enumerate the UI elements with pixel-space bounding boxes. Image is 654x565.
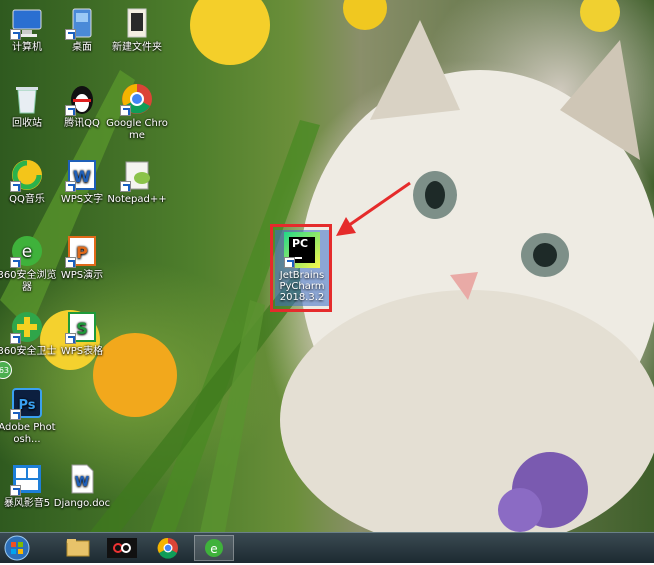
pycharm-icon-text: PC [292,237,309,250]
taskbar: e [0,532,654,563]
desktop-icon-wps-presentation[interactable]: P WPS演示 [51,234,113,282]
taskbar-file-explorer[interactable] [58,535,98,561]
shortcut-arrow-icon [65,181,76,192]
shortcut-arrow-icon [65,105,76,116]
taskbar-chrome[interactable] [148,535,188,561]
start-orb-icon [4,535,30,561]
qq-penguin-icon [65,82,99,116]
media-app-icon [107,538,137,558]
icon-label: 桌面 [72,42,92,53]
icon-label: WPS文字 [60,194,104,205]
shortcut-arrow-icon [10,409,21,420]
desktop-icon-chrome[interactable]: Google Chrome [106,82,168,142]
icon-label: QQ音乐 [9,194,45,205]
baofeng-player-icon [10,462,44,496]
desktop-icon-recycle-bin[interactable]: 回收站 [0,82,58,130]
folder-icon [120,6,154,40]
shortcut-arrow-icon [65,333,76,344]
wps-presentation-icon: P [65,234,99,268]
chrome-icon [157,537,178,559]
desktop-folder-icon [65,6,99,40]
icon-label: WPS表格 [60,346,104,357]
desktop-icon-360-browser[interactable]: e 360安全浏览器 [0,234,58,294]
shortcut-arrow-icon [65,29,76,40]
icon-label: 腾讯QQ [64,118,100,129]
shortcut-arrow-icon [120,105,131,116]
icon-label: WPS演示 [60,270,104,281]
shortcut-arrow-icon [10,485,21,496]
icon-label: 回收站 [12,118,42,129]
svg-text:Ps: Ps [18,398,35,413]
icon-label: JetBrains PyCharm 2018.3.2 [279,270,325,303]
desktop-icon-baofeng[interactable]: 暴风影音5 [0,462,58,510]
desktop-icon-django-doc[interactable]: W Django.doc [51,462,113,510]
icon-label: 360安全浏览器 [0,270,57,293]
desktop-icon-desktop[interactable]: 桌面 [51,6,113,54]
computer-icon [10,6,44,40]
shortcut-arrow-icon [65,257,76,268]
shortcut-arrow-icon [10,29,21,40]
icon-label: Notepad++ [107,194,167,205]
icon-label: 暴风影音5 [3,498,51,509]
desktop-icon-new-folder[interactable]: 新建文件夹 [106,6,168,54]
desktop-icon-notepad-plus-plus[interactable]: Notepad++ [106,158,168,206]
360-browser-icon: e [205,539,223,557]
notepad-plus-plus-icon [120,158,154,192]
icon-label: Adobe Photosh... [0,422,56,445]
icon-label: 360安全卫士 [0,346,57,357]
side-badge-count: 63 [0,366,9,375]
svg-text:e: e [22,242,32,262]
desktop-icon-wps-writer[interactable]: W WPS文字 [51,158,113,206]
svg-text:W: W [75,475,89,490]
desktop-icon-360-security[interactable]: 360安全卫士 [0,310,58,358]
shortcut-arrow-icon [120,181,131,192]
side-badge[interactable]: 63 [0,361,12,379]
desktop-icon-pycharm[interactable]: PC JetBrains PyCharm 2018.3.2 [275,230,329,306]
svg-text:P: P [76,243,88,262]
shortcut-arrow-icon [284,257,295,268]
icon-label: 计算机 [12,42,42,53]
taskbar-360-browser[interactable]: e [194,535,234,561]
icon-label: Django.doc [53,498,111,509]
shortcut-arrow-icon [10,257,21,268]
wps-writer-icon: W [65,158,99,192]
icon-label: 新建文件夹 [112,42,162,53]
icon-label: Google Chrome [106,118,168,141]
shortcut-arrow-icon [10,333,21,344]
shortcut-arrow-icon [10,181,21,192]
360-security-icon [10,310,44,344]
start-button[interactable] [2,535,36,561]
svg-text:S: S [76,319,88,338]
desktop-icon-computer[interactable]: 计算机 [0,6,58,54]
360-browser-icon: e [10,234,44,268]
desktop-icon-photoshop[interactable]: Ps Adobe Photosh... [0,386,58,446]
desktop-icon-qq-music[interactable]: QQ音乐 [0,158,58,206]
word-document-icon: W [65,462,99,496]
file-explorer-icon [66,539,90,557]
svg-text:e: e [210,542,217,556]
wps-spreadsheet-icon: S [65,310,99,344]
taskbar-media-app[interactable] [102,535,142,561]
pycharm-icon: PC [284,232,320,268]
qq-music-icon [10,158,44,192]
desktop-icon-qq[interactable]: 腾讯QQ [51,82,113,130]
desktop-icon-wps-spreadsheet[interactable]: S WPS表格 [51,310,113,358]
chrome-icon [120,82,154,116]
recycle-bin-icon [10,82,44,116]
photoshop-icon: Ps [10,386,44,420]
desktop-background: 计算机 回收站 QQ音乐 e 360安全浏览器 360安全卫士 Ps Adobe… [0,0,654,532]
